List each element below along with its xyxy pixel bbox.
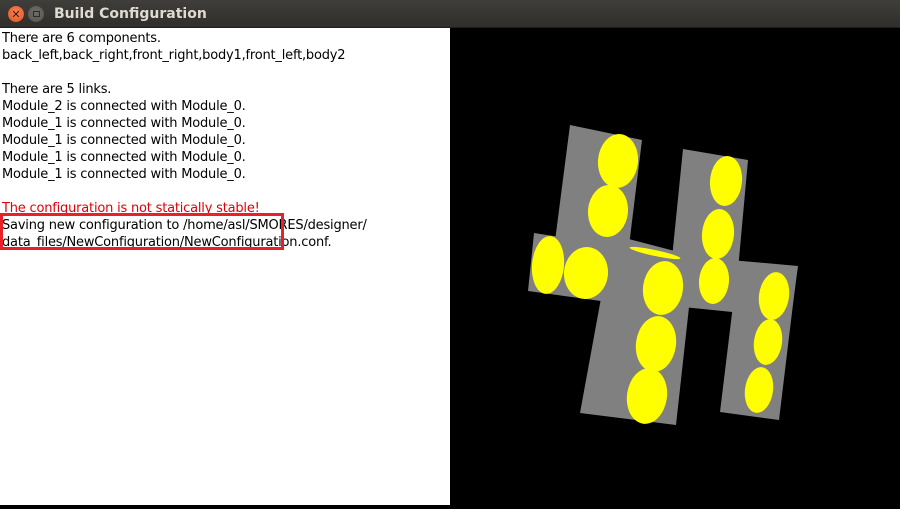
log-line: Module_1 is connected with Module_0.: [2, 116, 246, 131]
log-line: Module_1 is connected with Module_0.: [2, 150, 246, 165]
build-configuration-window: ✕ Build Configuration There are 6 compon…: [0, 0, 900, 505]
window-title: Build Configuration: [54, 6, 207, 22]
close-icon[interactable]: ✕: [8, 6, 24, 22]
log-line: back_left,back_right,front_right,body1,f…: [2, 48, 346, 63]
log-line: Module_1 is connected with Module_0.: [2, 167, 246, 182]
title-bar: ✕ Build Configuration: [0, 0, 900, 28]
log-line: Module_1 is connected with Module_0.: [2, 133, 246, 148]
log-line: There are 6 components.: [2, 31, 161, 46]
log-line: There are 5 links.: [2, 82, 112, 97]
warning-highlight-box: [0, 213, 284, 250]
3d-viewport[interactable]: [450, 28, 900, 505]
robot-configuration-render: [528, 125, 798, 425]
log-panel: There are 6 components. back_left,back_r…: [0, 28, 450, 505]
maximize-icon[interactable]: [28, 6, 44, 22]
log-line: Module_2 is connected with Module_0.: [2, 99, 246, 114]
